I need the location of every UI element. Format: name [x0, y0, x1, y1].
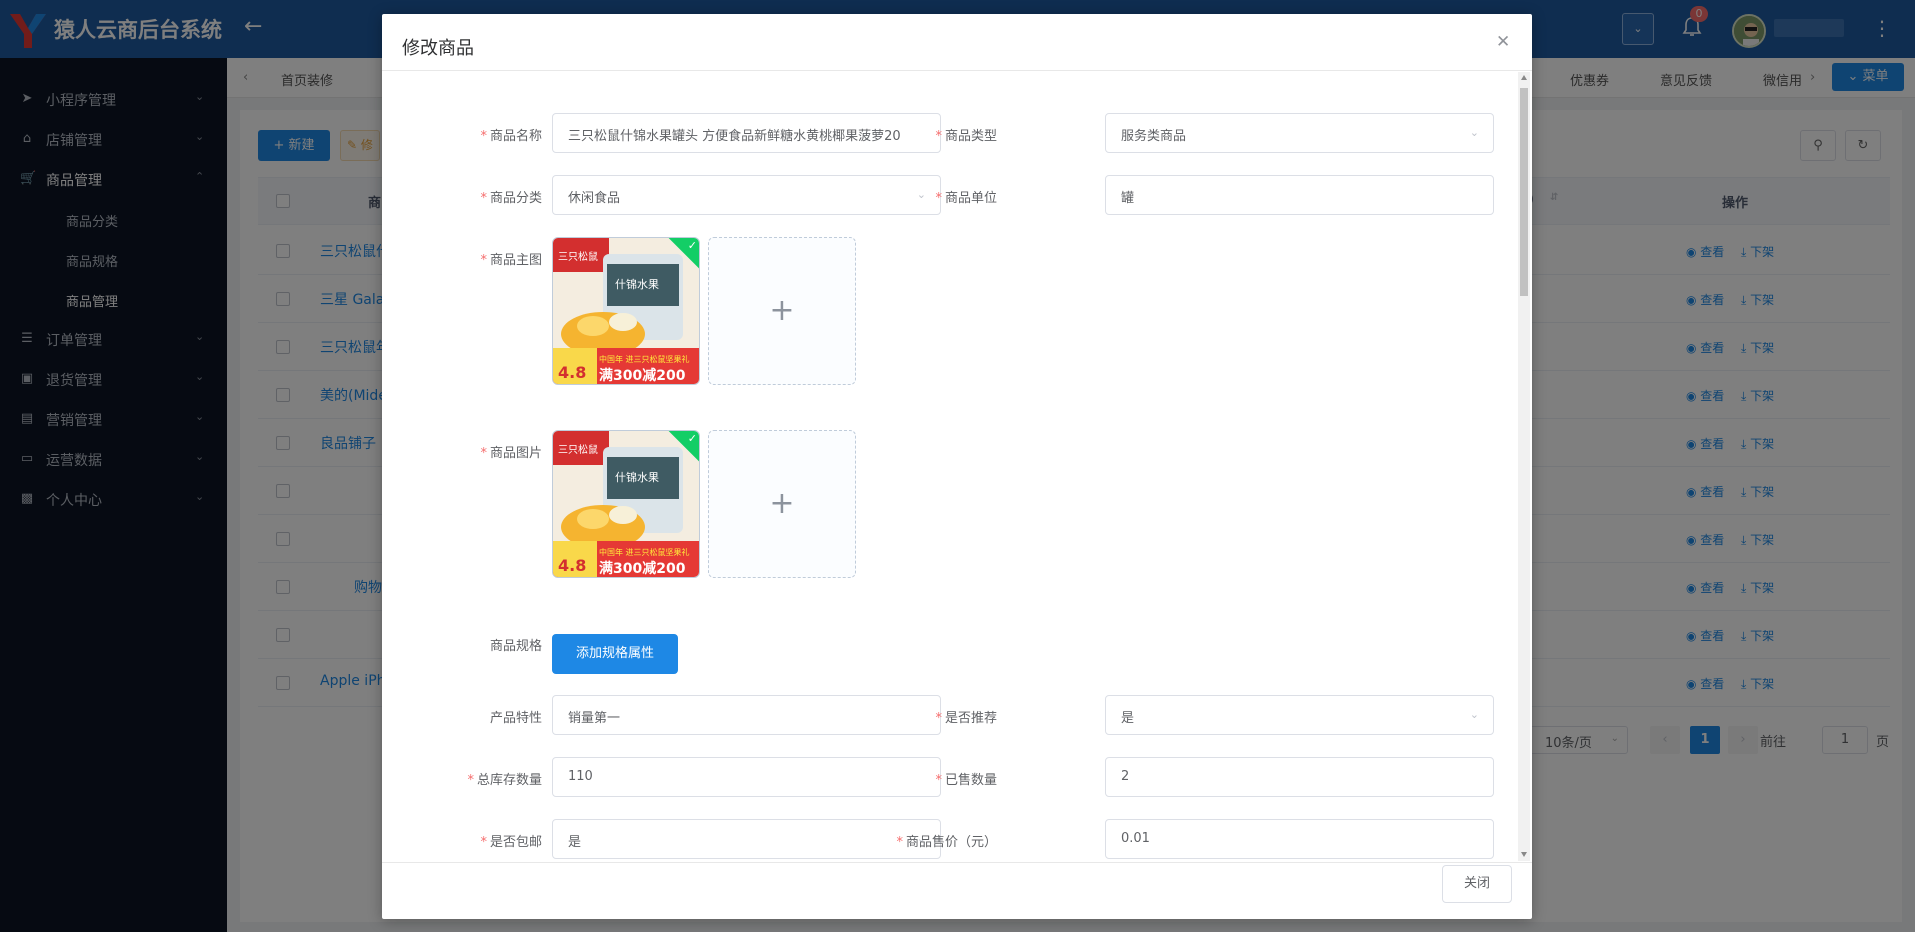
type-label: * 商品类型 — [842, 125, 997, 144]
required-star: * — [935, 191, 942, 206]
product-type-select[interactable]: 服务类商品 ⌄ — [1105, 113, 1494, 153]
price-label-text: 商品售价（元） — [905, 835, 997, 850]
product-photo-banner: 中国年 进三只松鼠坚果礼 — [599, 547, 690, 557]
required-star: * — [480, 835, 487, 850]
product-photo-rating: 4.8 — [558, 363, 586, 382]
name-label-text: 商品名称 — [489, 129, 542, 144]
product-photo-label: 什锦水果 — [615, 470, 659, 484]
plus-icon: + — [769, 293, 795, 328]
unit-label-text: 商品单位 — [944, 191, 997, 206]
required-star: * — [896, 835, 903, 850]
product-image-upload-button[interactable]: + — [708, 430, 856, 578]
product-unit-input[interactable]: 罐 — [1105, 175, 1494, 215]
close-icon[interactable]: ✕ — [1496, 32, 1510, 52]
sold-input[interactable]: 2 — [1105, 757, 1494, 797]
type-label-text: 商品类型 — [944, 129, 997, 144]
dialog-body: * 商品名称 三只松鼠什锦水果罐头 方便食品新鲜糖水黄桃椰果菠萝20 * 商品类型 … — [382, 70, 1532, 863]
product-image-thumbnail[interactable]: 三只松鼠 什锦水果 4.8 中国年 进三只松鼠坚果礼 满300减200 ✓ — [552, 430, 700, 578]
required-star: * — [467, 773, 474, 788]
required-star: * — [480, 191, 487, 206]
recommend-label-text: 是否推荐 — [944, 711, 997, 726]
scroll-down-arrow-icon[interactable] — [1521, 852, 1527, 857]
required-star: * — [480, 446, 487, 461]
category-label-text: 商品分类 — [489, 191, 542, 206]
chevron-down-icon: ⌄ — [1469, 708, 1479, 721]
chevron-down-icon: ⌄ — [1469, 126, 1479, 139]
required-star: * — [935, 711, 942, 726]
product-photo: 三只松鼠 什锦水果 4.8 中国年 进三只松鼠坚果礼 满300减200 — [553, 431, 699, 577]
add-spec-button[interactable]: 添加规格属性 — [552, 634, 678, 674]
free-ship-label-text: 是否包邮 — [489, 835, 542, 850]
check-icon: ✓ — [687, 431, 697, 445]
sold-label-text: 已售数量 — [944, 773, 997, 788]
recommend-select[interactable]: 是 ⌄ — [1105, 695, 1494, 735]
free-ship-value: 是 — [568, 835, 582, 850]
required-star: * — [935, 773, 942, 788]
recommend-value: 是 — [1121, 711, 1135, 726]
scroll-up-arrow-icon[interactable] — [1521, 75, 1527, 80]
unit-label: * 商品单位 — [842, 187, 997, 206]
main-image-thumbnail[interactable]: 三只松鼠 什锦水果 4.8 中国年 进三只松鼠坚果礼 满300减200 ✓ — [552, 237, 700, 385]
product-photo-banner: 中国年 进三只松鼠坚果礼 — [599, 354, 690, 364]
product-photo-label: 什锦水果 — [615, 277, 659, 291]
product-photo-rating: 4.8 — [558, 556, 586, 575]
main-image-label-text: 商品主图 — [489, 253, 542, 268]
plus-icon: + — [769, 486, 795, 521]
stock-label-text: 总库存数量 — [476, 773, 542, 788]
name-label: * 商品名称 — [402, 125, 542, 144]
dialog-scrollbar[interactable] — [1518, 72, 1530, 861]
free-ship-label: * 是否包邮 — [402, 831, 542, 850]
sold-label: * 已售数量 — [842, 769, 997, 788]
close-button[interactable]: 关闭 — [1442, 865, 1512, 903]
product-photo-promo: 满300减200 — [599, 560, 686, 577]
edit-product-dialog: 修改商品 ✕ * 商品名称 三只松鼠什锦水果罐头 方便食品新鲜糖水黄桃椰果菠萝20… — [382, 14, 1532, 919]
price-input[interactable]: 0.01 — [1105, 819, 1494, 859]
product-type-value: 服务类商品 — [1121, 129, 1187, 144]
main-image-upload-button[interactable]: + — [708, 237, 856, 385]
required-star: * — [935, 129, 942, 144]
images-label: * 商品图片 — [402, 442, 542, 461]
spec-label: 商品规格 — [489, 639, 542, 654]
price-label: * 商品售价（元） — [822, 831, 997, 850]
product-photo-brand: 三只松鼠 — [558, 250, 598, 263]
product-photo-promo: 满300减200 — [599, 367, 686, 384]
feature-label: 产品特性 — [489, 711, 542, 726]
scrollbar-thumb[interactable] — [1520, 88, 1528, 296]
product-photo-brand: 三只松鼠 — [558, 443, 598, 456]
check-icon: ✓ — [687, 238, 697, 252]
product-photo: 三只松鼠 什锦水果 4.8 中国年 进三只松鼠坚果礼 满300减200 — [553, 238, 699, 384]
main-image-label: * 商品主图 — [402, 249, 542, 268]
product-category-value: 休闲食品 — [568, 191, 621, 206]
images-label-text: 商品图片 — [489, 446, 542, 461]
stock-label: * 总库存数量 — [402, 769, 542, 788]
required-star: * — [480, 253, 487, 268]
dialog-title: 修改商品 — [402, 38, 474, 59]
required-star: * — [480, 129, 487, 144]
category-label: * 商品分类 — [402, 187, 542, 206]
recommend-label: * 是否推荐 — [842, 707, 997, 726]
